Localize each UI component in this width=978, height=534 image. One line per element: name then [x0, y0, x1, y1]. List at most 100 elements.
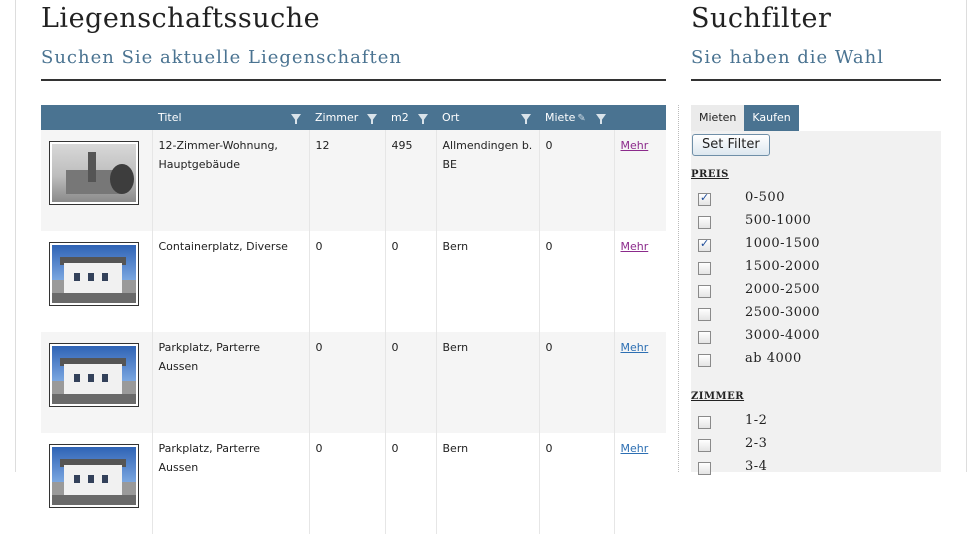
page-title: Liegenschaftssuche: [41, 3, 321, 34]
tab-kaufen[interactable]: Kaufen: [744, 105, 799, 131]
checkbox[interactable]: [698, 262, 711, 275]
column-header-label: m2: [391, 111, 409, 124]
filter-icon-stem: [600, 119, 602, 124]
property-title: Parkplatz, Parterre Aussen: [158, 341, 261, 373]
filter-option-label: ab 4000: [745, 351, 802, 366]
column-header-m2[interactable]: m2: [385, 105, 436, 130]
property-ort: Bern: [442, 442, 469, 455]
sort-icon[interactable]: ✎: [577, 113, 585, 124]
property-thumbnail[interactable]: [49, 141, 139, 205]
property-title: 12-Zimmer-Wohnung, Hauptgebäude: [158, 139, 278, 171]
column-header-zimmer[interactable]: Zimmer: [309, 105, 385, 130]
title-divider: [41, 79, 666, 81]
set-filter-button[interactable]: Set Filter: [692, 134, 770, 156]
property-m2: 0: [391, 240, 399, 253]
mehr-link[interactable]: Mehr: [621, 442, 649, 455]
property-miete: 0: [545, 341, 553, 354]
column-header-titel[interactable]: Titel: [152, 105, 309, 130]
checkbox[interactable]: [698, 462, 711, 475]
cell-titel: Parkplatz, Parterre Aussen: [152, 433, 310, 534]
column-separator: [678, 105, 680, 472]
cell-titel: 12-Zimmer-Wohnung, Hauptgebäude: [152, 130, 310, 231]
checkbox[interactable]: [698, 237, 711, 252]
filter-option: 500-1000: [691, 212, 941, 235]
cell-ort: Bern: [436, 332, 540, 433]
filter-option: 1000-1500: [691, 235, 941, 258]
cell-zimmer: 0: [309, 231, 386, 332]
section-label-preis: PREIS: [691, 169, 729, 180]
property-miete: 0: [545, 139, 553, 152]
checkbox[interactable]: [698, 331, 711, 344]
property-miete: 0: [545, 442, 553, 455]
column-header-label: Zimmer: [315, 111, 359, 124]
filter-option: 3-4: [691, 458, 941, 481]
table-row: Containerplatz, Diverse 0 0 Bern 0 Mehr: [41, 231, 666, 332]
filter-option-label: 2-3: [745, 436, 768, 451]
cell-miete: 0: [539, 433, 615, 534]
section-label-zimmer: ZIMMER: [691, 391, 745, 402]
filter-icon-stem: [422, 119, 424, 124]
mehr-link[interactable]: Mehr: [621, 240, 649, 253]
checkbox[interactable]: [698, 216, 711, 229]
filter-option: 2000-2500: [691, 281, 941, 304]
main-column: Liegenschaftssuche Suchen Sie aktuelle L…: [41, 0, 679, 534]
cell-m2: 495: [385, 130, 437, 231]
cell-action: Mehr: [614, 130, 666, 231]
cell-zimmer: 12: [309, 130, 386, 231]
sidebar-subtitle: Sie haben die Wahl: [691, 47, 884, 68]
column-header-image: [41, 105, 152, 130]
cell-titel: Parkplatz, Parterre Aussen: [152, 332, 310, 433]
property-ort: Allmendingen b. BE: [442, 139, 533, 171]
cell-action: Mehr: [614, 433, 666, 534]
checkbox[interactable]: [698, 354, 711, 367]
filter-option: 2-3: [691, 435, 941, 458]
filter-icon-stem: [371, 119, 373, 124]
filter-option-label: 1500-2000: [745, 259, 821, 274]
cell-miete: 0: [539, 231, 615, 332]
table-row: Parkplatz, Parterre Aussen 0 0 Bern 0 Mehr: [41, 332, 666, 433]
cell-image: [41, 332, 153, 433]
cell-miete: 0: [539, 130, 615, 231]
filter-icon-stem: [295, 119, 297, 124]
cell-m2: 0: [385, 332, 437, 433]
checkbox[interactable]: [698, 416, 711, 429]
property-thumbnail[interactable]: [49, 242, 139, 306]
property-zimmer: 0: [315, 341, 323, 354]
checkbox[interactable]: [698, 439, 711, 452]
sidebar-divider: [691, 79, 941, 81]
mehr-link[interactable]: Mehr: [621, 341, 649, 354]
tab-bar: Mieten Kaufen: [691, 105, 799, 131]
column-header-label: Ort: [442, 111, 460, 124]
listing-table: Titel Zimmer m2 Ort Miete ✎ 12-Zimmer-Woh…: [41, 105, 666, 534]
cell-action: Mehr: [614, 231, 666, 332]
mehr-link[interactable]: Mehr: [621, 139, 649, 152]
column-header-ort[interactable]: Ort: [436, 105, 539, 130]
filter-sidebar: Suchfilter Sie haben die Wahl Mieten Kau…: [691, 0, 941, 475]
property-zimmer: 12: [315, 139, 330, 152]
table-row: 12-Zimmer-Wohnung, Hauptgebäude 12 495 Allm…: [41, 130, 666, 231]
checkbox[interactable]: [698, 191, 711, 206]
property-thumbnail[interactable]: [49, 343, 139, 407]
cell-ort: Bern: [436, 433, 540, 534]
page-subtitle: Suchen Sie aktuelle Liegenschaften: [41, 47, 402, 68]
cell-m2: 0: [385, 433, 437, 534]
filter-option-label: 2500-3000: [745, 305, 821, 320]
cell-ort: Allmendingen b. BE: [436, 130, 540, 231]
filter-option-label: 0-500: [745, 190, 785, 205]
property-zimmer: 0: [315, 240, 323, 253]
property-title: Parkplatz, Parterre Aussen: [158, 442, 261, 474]
property-title: Containerplatz, Diverse: [158, 240, 288, 253]
checkbox[interactable]: [698, 308, 711, 321]
tab-mieten[interactable]: Mieten: [691, 105, 745, 131]
column-header-label: Titel: [158, 111, 182, 124]
column-header-actions: [614, 105, 666, 130]
modern-house-photo: [52, 447, 136, 505]
checkbox[interactable]: [698, 285, 711, 298]
property-thumbnail[interactable]: [49, 444, 139, 508]
filter-option: 1-2: [691, 412, 941, 435]
cell-image: [41, 231, 153, 332]
cell-ort: Bern: [436, 231, 540, 332]
filter-option: ab 4000: [691, 350, 941, 373]
column-header-miete[interactable]: Miete ✎: [539, 105, 614, 130]
page-border-left: [15, 0, 16, 472]
